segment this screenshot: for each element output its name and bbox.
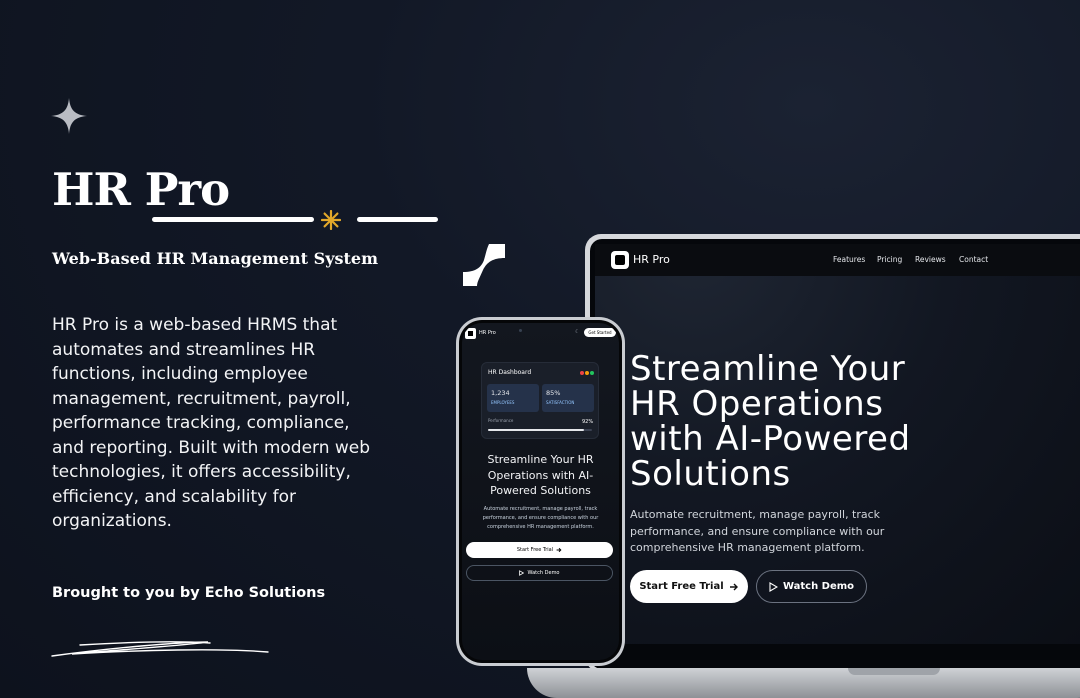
- performance-value: 92%: [582, 419, 594, 425]
- nav-link-reviews[interactable]: Reviews: [915, 255, 946, 265]
- phone-start-free-trial-label: Start Free Trial: [516, 547, 554, 553]
- play-icon: [769, 581, 778, 592]
- arrow-right-icon: [556, 547, 562, 553]
- satisfaction-label: SATISFACTION: [546, 400, 575, 405]
- phone-logo-icon[interactable]: [465, 328, 476, 339]
- hero-description: Automate recruitment, manage payroll, tr…: [630, 508, 885, 554]
- hrpro-logo-icon[interactable]: [611, 251, 629, 269]
- dashboard-title: HR Dashboard: [488, 369, 532, 376]
- satisfaction-stat: 85% SATISFACTION: [542, 384, 594, 412]
- title-underline-left: [152, 217, 314, 222]
- status-dot-amber: [585, 371, 589, 375]
- performance-label: Performance: [488, 418, 514, 423]
- sparkle-icon: [51, 98, 87, 134]
- performance-bar-fill: [488, 429, 584, 431]
- hero-title: Streamline Your HR Operations with AI-Po…: [630, 349, 911, 494]
- product-title: HR Pro: [52, 163, 230, 216]
- phone-watch-demo-label: Watch Demo: [527, 570, 560, 576]
- get-started-button[interactable]: Get Started: [584, 328, 616, 337]
- performance-bar: [488, 429, 592, 431]
- watch-demo-label: Watch Demo: [782, 581, 855, 592]
- product-description: HR Pro is a web-based HRMS that automate…: [52, 315, 371, 531]
- phone-hero-description: Automate recruitment, manage payroll, tr…: [482, 506, 599, 530]
- theme-toggle-icon[interactable]: ☾: [575, 329, 579, 335]
- phone-watch-demo-button[interactable]: Watch Demo: [466, 565, 613, 581]
- nav-link-features[interactable]: Features: [833, 255, 865, 265]
- phone-hero-title: Streamline Your HR Operations with AI-Po…: [487, 453, 594, 497]
- watch-demo-button[interactable]: Watch Demo: [756, 570, 867, 603]
- phone-screen: HR Pro ☾ Get Started HR Dashboard 1,234 …: [462, 323, 619, 660]
- satisfaction-value: 85%: [546, 389, 561, 397]
- product-subtitle: Web-Based HR Management System: [52, 249, 378, 268]
- employees-stat: 1,234 EMPLOYEES: [487, 384, 539, 412]
- laptop-notch: [848, 668, 940, 675]
- decorative-shape-icon: [463, 244, 505, 286]
- start-free-trial-label: Start Free Trial: [639, 581, 724, 592]
- laptop-screen: HR Pro Features Pricing Reviews Contact …: [595, 244, 1080, 644]
- nav-link-contact[interactable]: Contact: [959, 255, 988, 265]
- phone-start-free-trial-button[interactable]: Start Free Trial: [466, 542, 613, 558]
- asterisk-star-icon: [321, 210, 341, 230]
- hr-dashboard-card: HR Dashboard 1,234 EMPLOYEES 85% SATISFA…: [481, 362, 599, 439]
- nav-brand[interactable]: HR Pro: [633, 253, 670, 267]
- status-dot-red: [580, 371, 584, 375]
- signature-scribble: [51, 641, 269, 657]
- title-underline-right: [357, 217, 438, 222]
- credit-text: Brought to you by Echo Solutions: [52, 585, 326, 601]
- status-dot-green: [590, 371, 594, 375]
- laptop-navbar: HR Pro Features Pricing Reviews Contact: [595, 244, 1080, 276]
- phone-camera: [519, 329, 522, 332]
- start-free-trial-button[interactable]: Start Free Trial: [630, 570, 748, 603]
- employees-value: 1,234: [491, 389, 510, 397]
- laptop-base: [527, 668, 1080, 698]
- nav-link-pricing[interactable]: Pricing: [877, 255, 902, 265]
- play-icon: [519, 570, 525, 576]
- arrow-right-icon: [729, 583, 738, 590]
- employees-label: EMPLOYEES: [491, 400, 515, 405]
- phone-brand[interactable]: HR Pro: [479, 330, 496, 337]
